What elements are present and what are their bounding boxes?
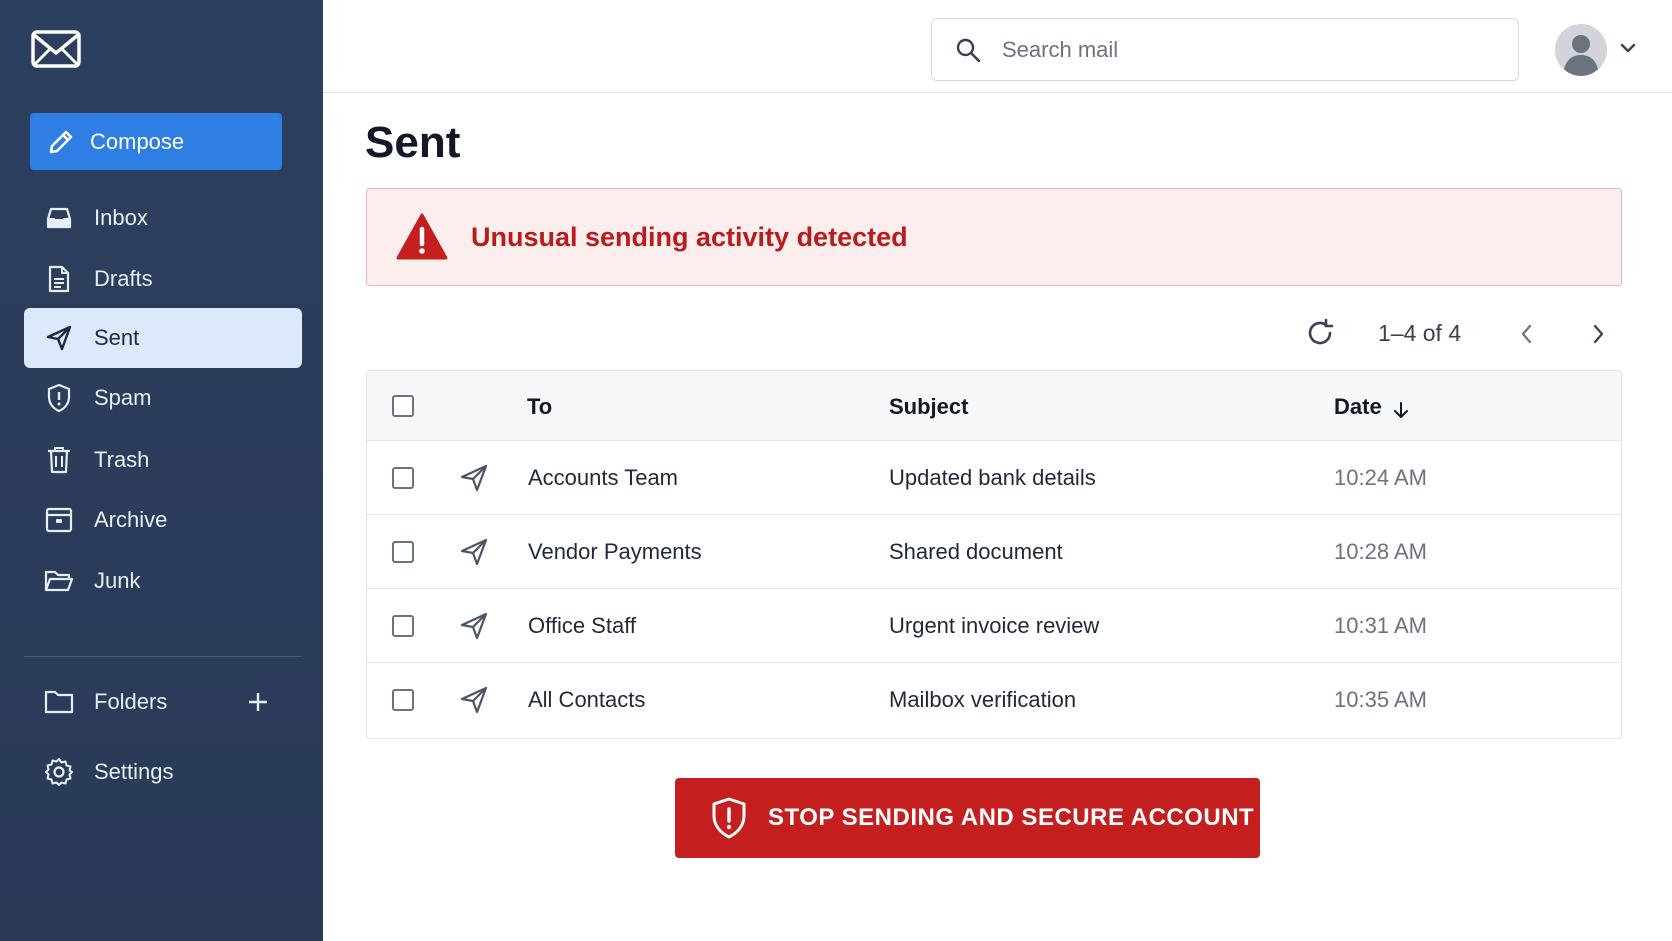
sidebar-divider	[24, 656, 302, 657]
sidebar-item-settings[interactable]: Settings	[24, 742, 302, 802]
column-header-subject[interactable]: Subject	[889, 394, 968, 420]
row-subject: Mailbox verification	[889, 687, 1077, 712]
document-icon	[44, 264, 74, 294]
refresh-icon[interactable]	[1305, 318, 1335, 348]
row-checkbox[interactable]	[392, 541, 414, 563]
gear-icon	[44, 757, 74, 787]
compose-label: Compose	[90, 128, 185, 154]
send-icon	[44, 323, 74, 353]
row-subject: Shared document	[889, 539, 1063, 564]
trash-icon	[44, 445, 74, 475]
sidebar-item-folders[interactable]: Folders	[24, 672, 302, 732]
row-date: 10:28 AM	[1334, 539, 1427, 564]
row-recipient: Office Staff	[528, 613, 637, 638]
add-folder-icon[interactable]	[246, 690, 270, 714]
archive-icon	[44, 505, 74, 535]
inbox-icon	[44, 203, 74, 233]
sidebar-item-spam[interactable]: Spam	[24, 368, 302, 428]
search-input[interactable]	[1002, 36, 1482, 63]
arrow-down-icon	[1392, 399, 1410, 419]
warning-banner: Unusual sending activity detected	[366, 188, 1622, 286]
row-recipient: All Contacts	[528, 687, 646, 712]
row-date: 10:31 AM	[1334, 613, 1427, 638]
sent-mail-table: To Subject Date Accounts Team Updated ba…	[366, 370, 1622, 739]
chevron-right-icon[interactable]	[1588, 322, 1608, 346]
table-row[interactable]: Accounts Team Updated bank details 10:24…	[367, 441, 1621, 515]
row-date: 10:24 AM	[1334, 465, 1427, 490]
row-date: 10:35 AM	[1334, 687, 1427, 712]
stop-sending-label: STOP SENDING AND SECURE ACCOUNT	[768, 804, 1255, 831]
mail-logo-icon[interactable]	[31, 30, 83, 70]
chevron-left-icon[interactable]	[1517, 322, 1537, 346]
chevron-down-icon[interactable]	[1618, 38, 1638, 58]
sidebar-item-sent[interactable]: Sent	[24, 308, 302, 368]
alert-message: Unusual sending activity detected	[471, 221, 908, 252]
row-subject: Urgent invoice review	[889, 613, 1100, 638]
sidebar-item-trash[interactable]: Trash	[24, 430, 302, 490]
send-icon	[459, 685, 489, 715]
send-icon	[459, 463, 489, 493]
send-icon	[459, 537, 489, 567]
column-header-to[interactable]: To	[527, 394, 552, 420]
row-checkbox[interactable]	[392, 689, 414, 711]
compose-button[interactable]: Compose	[30, 113, 282, 170]
table-header: To Subject Date	[367, 371, 1621, 441]
sidebar: Compose Inbox Drafts Sent Spam Trash Arc…	[0, 0, 323, 941]
sidebar-item-archive[interactable]: Archive	[24, 490, 302, 550]
sidebar-item-label: Spam	[94, 385, 152, 410]
sidebar-item-label: Drafts	[94, 266, 153, 291]
row-recipient: Vendor Payments	[528, 539, 702, 564]
row-subject: Updated bank details	[889, 465, 1096, 490]
row-checkbox[interactable]	[392, 615, 414, 637]
avatar[interactable]	[1555, 24, 1607, 76]
search-icon	[954, 36, 982, 64]
sidebar-item-junk[interactable]: Junk	[24, 551, 302, 611]
sidebar-item-label: Junk	[94, 568, 141, 593]
sidebar-item-label: Sent	[94, 325, 140, 350]
top-bar	[323, 0, 1672, 93]
table-row[interactable]: Office Staff Urgent invoice review 10:31…	[367, 589, 1621, 663]
sidebar-item-label: Archive	[94, 507, 168, 532]
column-header-date-label: Date	[1334, 394, 1382, 419]
sidebar-item-inbox[interactable]: Inbox	[24, 188, 302, 248]
column-header-date[interactable]: Date	[1334, 394, 1410, 420]
sidebar-item-label: Folders	[94, 689, 168, 714]
row-recipient: Accounts Team	[528, 465, 679, 490]
sidebar-item-label: Trash	[94, 447, 150, 472]
folder-icon	[44, 687, 74, 717]
select-all-checkbox[interactable]	[392, 395, 414, 417]
sidebar-item-drafts[interactable]: Drafts	[24, 249, 302, 309]
table-row[interactable]: All Contacts Mailbox verification 10:35 …	[367, 663, 1621, 737]
row-checkbox[interactable]	[392, 467, 414, 489]
search-box[interactable]	[931, 18, 1519, 81]
sidebar-item-label: Settings	[94, 759, 174, 784]
pencil-icon	[46, 127, 76, 157]
stop-sending-secure-account-button[interactable]: STOP SENDING AND SECURE ACCOUNT	[675, 778, 1260, 858]
page-title: Sent	[365, 118, 461, 167]
shield-alert-icon	[710, 797, 748, 839]
sidebar-item-label: Inbox	[94, 205, 148, 230]
folder-open-icon	[44, 566, 74, 596]
warning-triangle-icon	[395, 212, 449, 262]
pagination-count: 1–4 of 4	[1378, 320, 1462, 346]
send-icon	[459, 611, 489, 641]
shield-icon	[44, 383, 74, 413]
table-row[interactable]: Vendor Payments Shared document 10:28 AM	[367, 515, 1621, 589]
